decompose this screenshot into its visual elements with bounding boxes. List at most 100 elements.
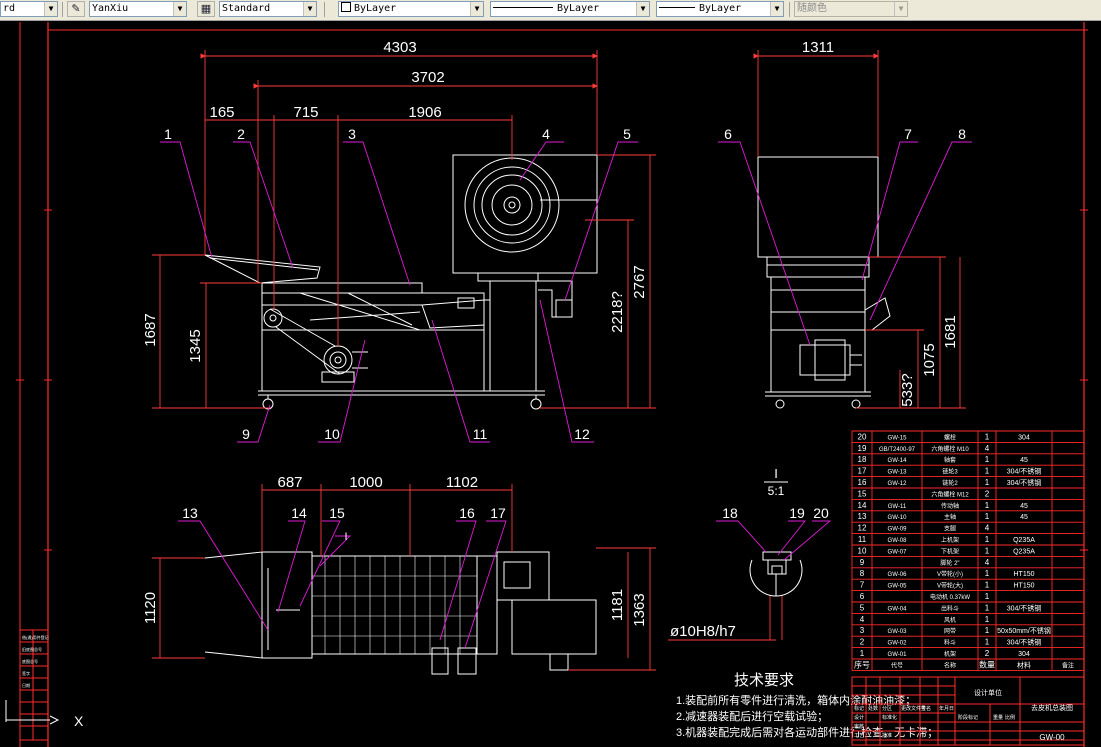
bom-cell: 1 [985, 638, 990, 647]
bom-cell: 1 [985, 603, 990, 612]
bom-cell: GB/T2400-97 [879, 447, 916, 453]
bom-cell: GW-15 [888, 435, 908, 441]
toolbar-separator [789, 2, 790, 17]
plot-style-dropdown[interactable]: 随颜色 ▼ [794, 1, 908, 17]
bom-cell: 1 [985, 432, 990, 441]
title-label: 处数 [868, 705, 878, 712]
balloon-8: 8 [958, 126, 966, 142]
chevron-down-icon[interactable]: ▼ [173, 2, 186, 16]
bom-cell: 1 [985, 592, 990, 601]
conveyor-top-rail [261, 282, 423, 294]
bom-cell: 7 [860, 581, 865, 590]
bom-cell: 4 [860, 615, 865, 624]
bom-cell: GW-01 [888, 652, 908, 658]
title-label: 比例 [1005, 714, 1015, 721]
bom-cell: 12 [858, 524, 867, 533]
bom-cell: 304 [1018, 651, 1030, 658]
bom-cell: GW-05 [888, 584, 908, 590]
balloon-1: 1 [164, 126, 172, 142]
bom-cell: 8 [860, 569, 865, 578]
title-label: 签名 [921, 705, 931, 712]
bom-cell: GW-10 [888, 515, 908, 521]
dim-1000: 1000 [349, 474, 382, 491]
balloon-15: 15 [329, 505, 345, 521]
bom-cell: 风机 [944, 616, 956, 624]
bom-cell: 45 [1020, 514, 1028, 521]
bom-cell: 304/不锈钢 [1007, 478, 1042, 487]
bom-cell: 链轮3 [942, 468, 958, 476]
dimension-lines [152, 50, 966, 671]
bom-cell: 45 [1020, 457, 1028, 464]
drive-pulley [323, 345, 353, 375]
title-label: 标准化 [882, 714, 897, 721]
title-label: 设计 [854, 714, 864, 721]
left-strip-label: 日期 [22, 682, 30, 688]
front-view [204, 154, 598, 410]
dimension-style-value: YanXiu [92, 3, 129, 14]
balloon-10: 10 [324, 426, 340, 442]
fan-top [496, 551, 550, 601]
bom-cell: 脚轮 2" [940, 559, 959, 567]
bom-cell: 304/不锈钢 [1007, 467, 1042, 476]
bom-cell: 支腿 [944, 525, 956, 533]
bom-cell: GW-08 [888, 538, 908, 544]
bom-cell: GW-06 [888, 572, 908, 578]
caster-wheel [262, 398, 274, 410]
bom-cell: 4 [985, 558, 990, 567]
title-label: 审核 [854, 723, 864, 730]
chevron-down-icon[interactable]: ▼ [894, 2, 907, 16]
notes-title: 技术要求 [734, 672, 794, 689]
bom-cell: 下机架 [941, 547, 959, 555]
note-item: 3.机器装配完成后需对各运动部件进行检查，无卡滞； [676, 725, 938, 739]
toolbar-separator [324, 2, 325, 17]
machine-frame [261, 292, 485, 392]
motor-side [799, 344, 851, 376]
bom-cell: Q235A [1013, 548, 1035, 555]
detail-view [749, 551, 803, 597]
bom-cell: 1 [985, 581, 990, 590]
chevron-down-icon[interactable]: ▼ [636, 2, 649, 16]
mesh-belt [311, 555, 478, 655]
bom-cell: 9 [860, 558, 865, 567]
chevron-down-icon[interactable]: ▼ [470, 2, 483, 16]
bom-cell: 2 [860, 638, 865, 647]
bom-cell: 1 [985, 512, 990, 521]
dim-1687: 1687 [142, 313, 159, 346]
bom-table: 20 GW-15 螺栓 1 30419 GB/T2400-97 六角螺栓 M10 418 GW-… [851, 430, 1085, 671]
dim-1906: 1906 [408, 104, 441, 121]
linetype-dropdown[interactable]: ByLayer ▼ [490, 1, 650, 17]
bom-cell: 19 [858, 444, 867, 453]
bom-cell: 电动机 0.37kW [930, 593, 970, 601]
dim-1681: 1681 [942, 315, 959, 348]
balloon-7: 7 [904, 126, 912, 142]
bom-cell: 20 [858, 432, 867, 441]
bom-cell: GW-12 [888, 481, 908, 487]
fit-tolerance: ø10H8/h7 [670, 623, 736, 640]
color-dropdown[interactable]: ByLayer ▼ [338, 1, 484, 17]
bom-header-cell: 代号 [891, 661, 903, 669]
bom-cell: 机架 [944, 650, 956, 658]
bom-header-cell: 序号 [854, 659, 870, 669]
table-style-dropdown[interactable]: Standard ▼ [219, 1, 317, 17]
lineweight-dropdown[interactable]: ByLayer ▼ [656, 1, 784, 17]
chevron-down-icon[interactable]: ▼ [770, 2, 783, 16]
drawing-canvas[interactable]: 借(通)用件登记 旧底图总号 底图总号 签字 日期 X I 5:1 4303 3… [0, 20, 1101, 747]
bom-cell: 1 [985, 535, 990, 544]
bom-cell: 1 [985, 478, 990, 487]
text-style-dropdown[interactable]: rd ▼ [0, 1, 58, 17]
bom-cell: 螺栓 [944, 433, 956, 441]
bom-cell: 2 [985, 489, 990, 498]
bom-cell: V带轮(小) [937, 570, 963, 578]
table-style-icon[interactable]: ▦ [197, 1, 215, 17]
fan-column [489, 280, 537, 392]
chevron-down-icon[interactable]: ▼ [303, 2, 316, 16]
chevron-down-icon[interactable]: ▼ [44, 2, 57, 16]
dimension-style-icon[interactable]: ✎ [67, 1, 85, 17]
ucs-icon [5, 700, 60, 725]
bom-cell: GW-14 [888, 458, 908, 464]
table-style-value: Standard [222, 3, 271, 14]
caster-wheel [530, 398, 542, 410]
dimension-style-dropdown[interactable]: YanXiu ▼ [89, 1, 187, 17]
balloon-13: 13 [182, 505, 198, 521]
left-strip-label: 签字 [22, 670, 30, 676]
